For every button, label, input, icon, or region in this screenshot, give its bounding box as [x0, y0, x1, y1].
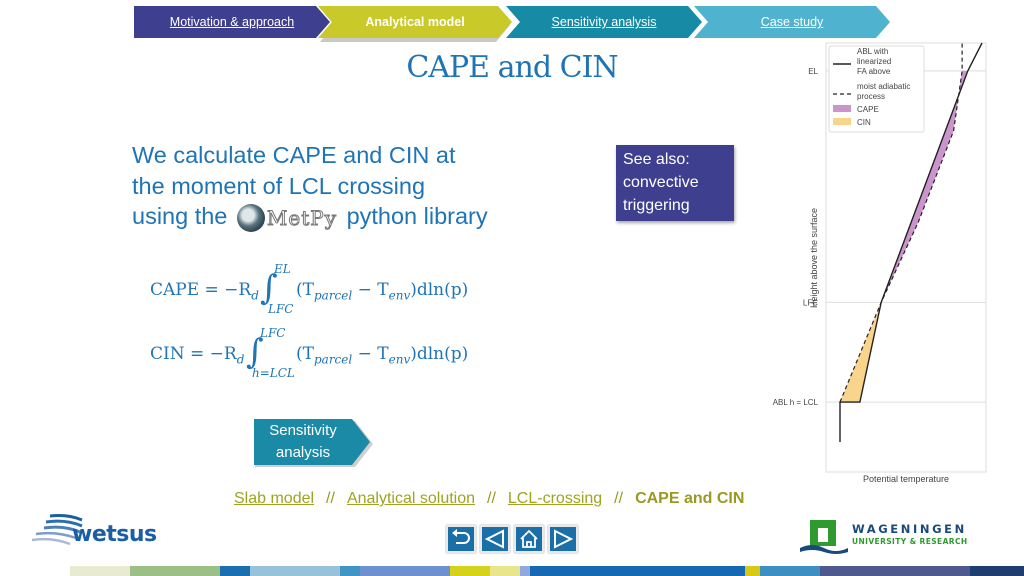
cape-integrand: (Tparcel − Tenv)dln(p)	[296, 280, 469, 303]
triangle-left-icon	[484, 529, 504, 549]
sensitivity-line-2: analysis	[275, 444, 331, 461]
breadcrumb-separator: //	[326, 490, 335, 507]
triangle-right-icon	[554, 529, 574, 549]
breadcrumb-separator: //	[614, 490, 624, 507]
breadcrumb-analytical-solution[interactable]: Analytical solution	[347, 490, 475, 507]
intro-line-3-after: python library	[346, 203, 488, 229]
cin-upper-limit: LFC	[260, 326, 286, 340]
footer-color-bar	[0, 566, 1024, 576]
footer-segment	[490, 566, 520, 576]
cape-upper-limit: EL	[274, 262, 291, 276]
intro-line-1: We calculate CAPE and CIN at	[132, 142, 456, 168]
y-axis-label: Height above the surface	[809, 208, 819, 308]
see-also-convective-triggering-button[interactable]: See also: convective triggering	[616, 145, 734, 221]
footer-segment	[970, 566, 1024, 576]
wur-name: WAGENINGEN	[852, 522, 967, 536]
nav-step-motivation[interactable]: Motivation & approach	[134, 6, 330, 38]
cin-lower-limit: h=LCL	[252, 366, 295, 380]
slide-nav-buttons	[446, 525, 578, 553]
previous-button[interactable]	[480, 525, 510, 553]
nav-step-case-study[interactable]: Case study	[694, 6, 890, 38]
cape-lower-limit: LFC	[268, 302, 294, 316]
chart-legend: ABL withlinearizedFA above moist adiabati…	[828, 45, 925, 133]
wetsus-logo: wetsus	[32, 512, 162, 562]
wur-subtitle: UNIVERSITY & RESEARCH	[852, 537, 968, 546]
x-axis-label: Potential temperature	[863, 474, 949, 484]
cape-lhs: CAPE = −Rd	[150, 280, 259, 303]
breadcrumb-current: CAPE and CIN	[635, 490, 745, 507]
cin-lhs: CIN = −Rd	[150, 344, 245, 367]
footer-segment	[760, 566, 820, 576]
footer-segment	[450, 566, 490, 576]
footer-segment	[0, 566, 70, 576]
footer-segment	[360, 566, 450, 576]
legend-label: CIN	[857, 118, 871, 127]
section-navigation: Motivation & approach Analytical model S…	[134, 6, 894, 38]
y-level-label: EL	[808, 67, 818, 76]
footer-segment	[340, 566, 360, 576]
legend-label: linearized	[857, 57, 891, 66]
footer-segment	[130, 566, 220, 576]
legend-fill-swatch	[833, 105, 851, 112]
wur-tower-icon	[800, 520, 848, 554]
next-button[interactable]	[548, 525, 578, 553]
see-also-line-3: triggering	[623, 197, 690, 214]
intro-line-3-before: using the	[132, 203, 228, 229]
legend-label: ABL with	[857, 47, 888, 56]
footer-segment	[250, 566, 340, 576]
nav-step-sensitivity-analysis[interactable]: Sensitivity analysis	[506, 6, 702, 38]
cin-integrand: (Tparcel − Tenv)dln(p)	[296, 344, 469, 367]
home-button[interactable]	[514, 525, 544, 553]
metpy-logo: MetPy	[236, 203, 338, 234]
footer-segment	[220, 566, 250, 576]
return-icon	[452, 529, 470, 544]
breadcrumb-lcl-crossing[interactable]: LCL-crossing	[508, 490, 602, 507]
sensitivity-analysis-button[interactable]: Sensitivity analysis	[254, 419, 370, 465]
breadcrumb-slab-model[interactable]: Slab model	[234, 490, 314, 507]
see-also-line-2: convective	[623, 174, 699, 191]
legend-fill-swatch	[833, 118, 851, 125]
metpy-logo-text: MetPy	[266, 205, 338, 230]
footer-segment	[745, 566, 760, 576]
legend-label: FA above	[857, 67, 891, 76]
home-icon	[520, 529, 538, 548]
wageningen-logo: WAGENINGEN UNIVERSITY & RESEARCH	[800, 520, 1000, 556]
footer-segment	[520, 566, 530, 576]
globe-icon	[236, 203, 265, 232]
return-button[interactable]	[446, 525, 476, 553]
legend-label: process	[857, 92, 885, 101]
footer-segment	[530, 566, 745, 576]
y-level-label: ABL h = LCL	[773, 398, 819, 407]
footer-segment	[820, 566, 970, 576]
sensitivity-line-1: Sensitivity	[269, 422, 337, 439]
see-also-line-1: See also:	[623, 151, 690, 168]
wetsus-logo-text: wetsus	[72, 522, 157, 547]
intro-text: We calculate CAPE and CIN at the moment …	[132, 140, 592, 233]
legend-label: CAPE	[857, 105, 879, 114]
intro-line-2: the moment of LCL crossing	[132, 172, 426, 199]
cape-cin-chart: ABL h = LCLLFCEL Height above the surfac…	[773, 42, 987, 484]
breadcrumb: Slab model // Analytical solution // LCL-cro…	[234, 490, 744, 508]
intro-line-3: using the MetPy python library	[132, 201, 592, 233]
nav-step-analytical-model[interactable]: Analytical model	[318, 6, 512, 38]
legend-label: moist adiabatic	[857, 82, 910, 91]
footer-segment	[70, 566, 130, 576]
breadcrumb-separator: //	[487, 490, 496, 507]
